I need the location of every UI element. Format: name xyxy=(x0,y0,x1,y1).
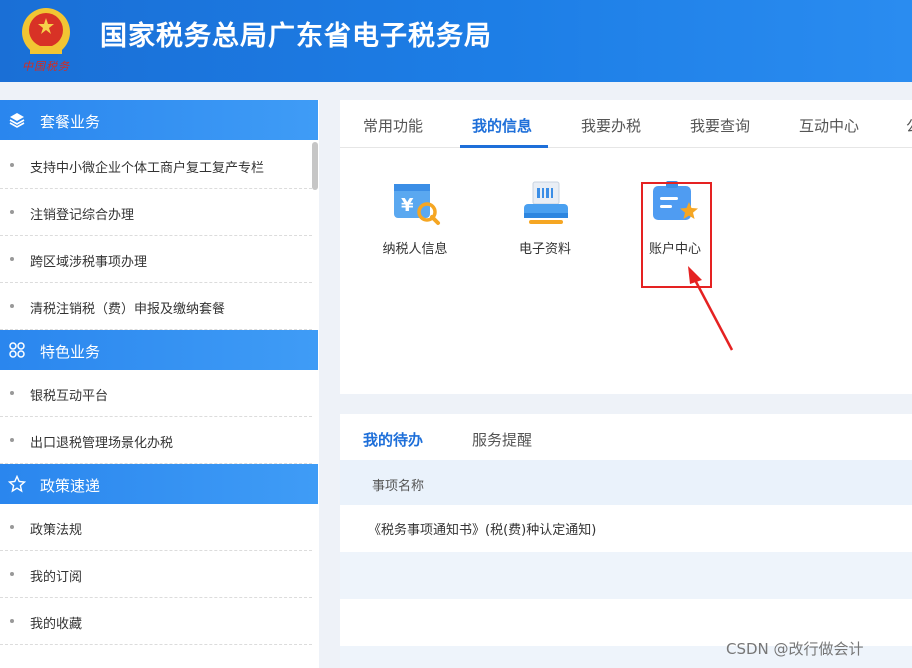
sidebar: 套餐业务 支持中小微企业个体工商户复工复产专栏 注销登记综合办理 跨区域涉税事项… xyxy=(0,100,319,668)
annotation-highlight-box xyxy=(641,182,712,288)
bullet-dot xyxy=(10,438,14,442)
column-header-item-name: 事项名称 xyxy=(372,479,425,494)
sidebar-item-label: 支持中小微企业个体工商户复工复产专栏 xyxy=(30,161,265,176)
sidebar-item-label: 清税注销税（费）申报及缴纳套餐 xyxy=(30,302,226,317)
tab-interaction-center[interactable]: 互动中心 xyxy=(799,115,859,136)
tab-query[interactable]: 我要查询 xyxy=(690,115,750,136)
sidebar-item[interactable]: 清税注销税（费）申报及缴纳套餐 xyxy=(0,283,312,330)
sidebar-item[interactable]: 跨区域涉税事项办理 xyxy=(0,236,312,283)
tab-file-tax[interactable]: 我要办税 xyxy=(581,115,641,136)
my-info-panel: 常用功能 我的信息 我要办税 我要查询 互动中心 公 ¥ 纳税人信息 电子资料 xyxy=(340,100,912,394)
taxpayer-info-icon: ¥ xyxy=(394,184,440,225)
bullet-dot xyxy=(10,210,14,214)
sidebar-item-label: 银税互动平台 xyxy=(30,389,109,404)
sidebar-item[interactable]: 支持中小微企业个体工商户复工复产专栏 xyxy=(0,142,312,189)
active-tab-indicator xyxy=(460,145,548,148)
sidebar-item-label: 我的订阅 xyxy=(30,570,83,585)
star-outline-icon xyxy=(8,475,26,493)
sidebar-item-label: 注销登记综合办理 xyxy=(30,208,135,223)
sidebar-item[interactable]: 政策法规 xyxy=(0,504,312,551)
bullet-dot xyxy=(10,163,14,167)
sidebar-item[interactable]: 我的收藏 xyxy=(0,598,312,645)
app-taxpayer-info[interactable]: ¥ 纳税人信息 xyxy=(370,180,460,280)
bullet-dot xyxy=(10,525,14,529)
tab-public[interactable]: 公 xyxy=(906,115,912,136)
watermark-text: CSDN @改行做会计 xyxy=(726,640,864,658)
tax-emblem-icon xyxy=(22,8,70,58)
table-cell: 《税务事项通知书》(税(费)种认定通知) xyxy=(368,523,597,538)
sidebar-scrollbar[interactable] xyxy=(312,142,318,190)
sidebar-section-package[interactable]: 套餐业务 xyxy=(0,100,318,140)
sidebar-item[interactable]: 我的订阅 xyxy=(0,551,312,598)
grid-icon xyxy=(9,342,25,358)
bullet-dot xyxy=(10,619,14,623)
tab-common-functions[interactable]: 常用功能 xyxy=(363,115,423,136)
sidebar-item[interactable]: 出口退税管理场景化办税 xyxy=(0,417,312,464)
bullet-dot xyxy=(10,304,14,308)
app-label: 纳税人信息 xyxy=(382,242,448,257)
app-label: 电子资料 xyxy=(518,242,571,257)
todo-table-header: 事项名称 xyxy=(340,460,912,505)
sidebar-item-label: 跨区域涉税事项办理 xyxy=(30,255,148,270)
sidebar-section-policy[interactable]: 政策速递 xyxy=(0,464,318,504)
table-row[interactable] xyxy=(340,552,912,599)
todo-panel: 我的待办 服务提醒 事项名称 《税务事项通知书》(税(费)种认定通知) xyxy=(340,414,912,668)
sidebar-section-label: 套餐业务 xyxy=(40,113,101,131)
sidebar-item[interactable]: 银税互动平台 xyxy=(0,370,312,417)
sidebar-section-label: 特色业务 xyxy=(40,343,101,361)
bullet-dot xyxy=(10,257,14,261)
electronic-docs-icon xyxy=(524,181,568,224)
sidebar-item[interactable]: 注销登记综合办理 xyxy=(0,189,312,236)
app-electronic-docs[interactable]: 电子资料 xyxy=(500,180,590,280)
emblem-caption: 中国税务 xyxy=(22,60,70,73)
site-header: 中国税务 国家税务总局广东省电子税务局 xyxy=(0,0,912,82)
sidebar-item-label: 政策法规 xyxy=(30,523,83,538)
tab-my-todo[interactable]: 我的待办 xyxy=(363,429,423,450)
tab-my-info[interactable]: 我的信息 xyxy=(472,115,532,136)
sidebar-item-label: 出口退税管理场景化办税 xyxy=(30,436,174,451)
sidebar-item-label: 我的收藏 xyxy=(30,617,83,632)
sidebar-section-label: 政策速递 xyxy=(40,477,101,495)
bullet-dot xyxy=(10,391,14,395)
sidebar-section-featured[interactable]: 特色业务 xyxy=(0,330,318,370)
tab-service-reminder[interactable]: 服务提醒 xyxy=(472,429,532,450)
svg-text:¥: ¥ xyxy=(401,195,414,216)
bullet-dot xyxy=(10,572,14,576)
main-tab-bar: 常用功能 我的信息 我要办税 我要查询 互动中心 公 xyxy=(340,100,912,148)
site-title: 国家税务总局广东省电子税务局 xyxy=(100,21,492,52)
table-row[interactable]: 《税务事项通知书》(税(费)种认定通知) xyxy=(340,505,912,552)
layers-icon xyxy=(9,113,25,128)
